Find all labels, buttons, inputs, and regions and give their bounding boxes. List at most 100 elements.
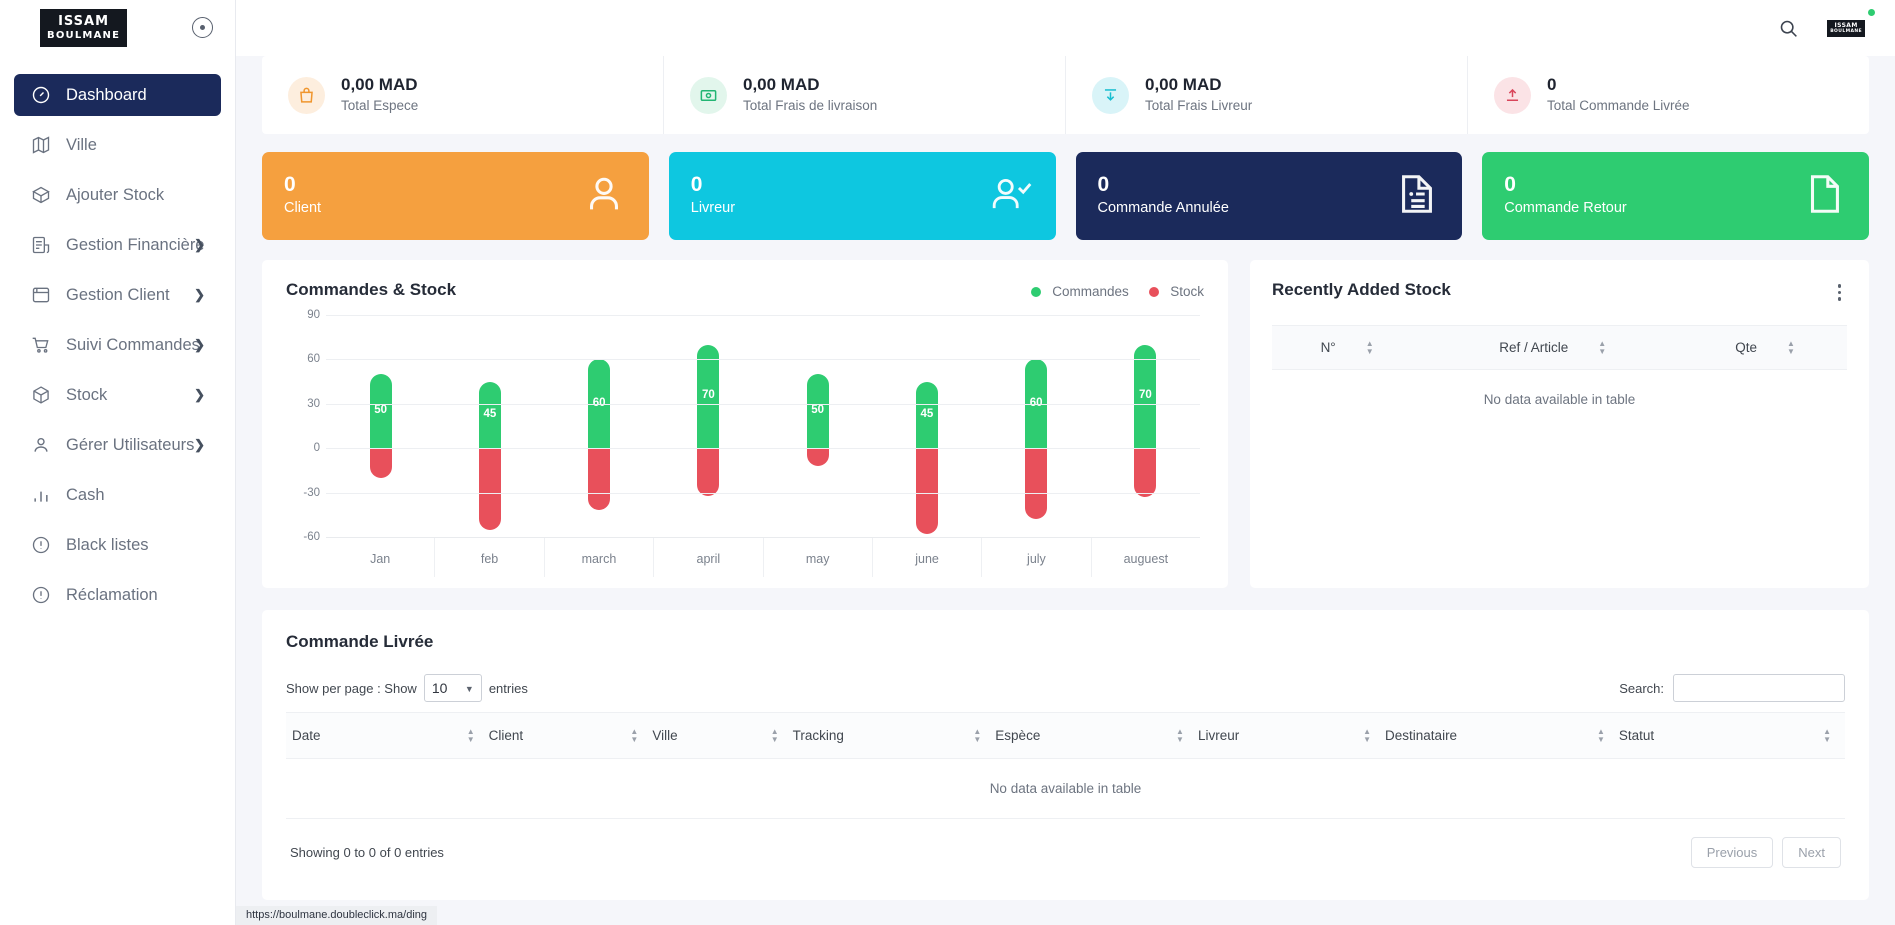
tiles-row: 0 Client 0 Livreur 0 Commande Annulée 0 … bbox=[262, 152, 1869, 240]
sidebar-item-ajouter-stock[interactable]: Ajouter Stock bbox=[14, 174, 221, 216]
bar-value-label: 70 bbox=[1138, 389, 1152, 402]
stat-card-total-commande-livree[interactable]: 0 Total Commande Livrée bbox=[1468, 56, 1869, 134]
column-header-espece[interactable]: Espèce ▲ ▼ bbox=[995, 712, 1198, 759]
column-label: Tracking bbox=[792, 728, 844, 743]
sidebar-collapse-toggle[interactable] bbox=[192, 17, 213, 38]
brand-line-1: ISSAM bbox=[58, 14, 110, 29]
bar-chart-icon bbox=[30, 484, 52, 506]
sidebar-item-dashboard[interactable]: Dashboard bbox=[14, 74, 221, 116]
stat-card-total-frais-livreur[interactable]: 0,00 MAD Total Frais Livreur bbox=[1066, 56, 1468, 134]
y-tick-label: -30 bbox=[303, 486, 320, 499]
column-label: Date bbox=[292, 728, 321, 743]
gridline bbox=[326, 359, 1200, 361]
sort-icon[interactable]: ▲ ▼ bbox=[973, 727, 981, 743]
sidebar-item-gestion-financiere[interactable]: Gestion Financière ❯ bbox=[14, 224, 221, 266]
invoice-icon bbox=[30, 234, 52, 256]
column-label: Ville bbox=[652, 728, 678, 743]
column-header-qte[interactable]: Qte ▲ ▼ bbox=[1683, 324, 1847, 370]
sidebar-item-gestion-client[interactable]: Gestion Client ❯ bbox=[14, 274, 221, 316]
bar-group[interactable]: 60 bbox=[982, 315, 1091, 537]
sidebar-item-cash[interactable]: Cash bbox=[14, 474, 221, 516]
sort-icon[interactable]: ▲ ▼ bbox=[1363, 727, 1371, 743]
legend-item-stock[interactable]: Stock bbox=[1148, 283, 1204, 301]
legend-label: Commandes bbox=[1052, 284, 1129, 299]
column-header-client[interactable]: Client ▲ ▼ bbox=[488, 712, 653, 759]
stat-label: Total Commande Livrée bbox=[1547, 98, 1690, 114]
sidebar-item-black-listes[interactable]: Black listes bbox=[14, 524, 221, 566]
sort-icon[interactable]: ▲ ▼ bbox=[1598, 339, 1606, 355]
table-footer: Showing 0 to 0 of 0 entries Previous Nex… bbox=[286, 818, 1845, 868]
sort-icon[interactable]: ▲ ▼ bbox=[1597, 727, 1605, 743]
next-button[interactable]: Next bbox=[1782, 837, 1841, 868]
page-size-select[interactable]: 10 ▼ bbox=[423, 674, 482, 702]
stat-card-total-frais-livraison[interactable]: 0,00 MAD Total Frais de livraison bbox=[664, 56, 1066, 134]
column-header-date[interactable]: Date ▲ ▼ bbox=[286, 712, 489, 759]
sort-icon[interactable]: ▲ ▼ bbox=[1823, 727, 1831, 743]
content: 0,00 MAD Total Espece 0,00 MAD Total Fra… bbox=[236, 56, 1895, 900]
sort-icon[interactable]: ▲ ▼ bbox=[1787, 339, 1795, 355]
bar-stock[interactable] bbox=[369, 448, 392, 478]
search-control: Search: bbox=[1619, 674, 1845, 702]
bar-group[interactable]: 45 bbox=[872, 315, 981, 537]
bar-stock[interactable] bbox=[915, 448, 938, 535]
sidebar-item-ville[interactable]: Ville bbox=[14, 124, 221, 166]
bar-stock[interactable] bbox=[1134, 448, 1157, 498]
sidebar-item-label: Black listes bbox=[66, 535, 149, 554]
sort-icon[interactable]: ▲ ▼ bbox=[1176, 727, 1184, 743]
sidebar-item-stock[interactable]: Stock ❯ bbox=[14, 374, 221, 416]
stat-card-total-espece[interactable]: 0,00 MAD Total Espece bbox=[262, 56, 664, 134]
bar-value-label: 60 bbox=[592, 396, 606, 409]
bar-group[interactable]: 50 bbox=[763, 315, 872, 537]
sidebar-item-gerer-utilisateurs[interactable]: Gérer Utilisateurs ❯ bbox=[14, 424, 221, 466]
tile-client[interactable]: 0 Client bbox=[262, 152, 649, 240]
column-header-livreur[interactable]: Livreur ▲ ▼ bbox=[1197, 712, 1386, 759]
bar-stock[interactable] bbox=[478, 448, 501, 530]
bar-stock[interactable] bbox=[1025, 448, 1048, 520]
tile-label: Livreur bbox=[690, 200, 736, 217]
sort-icon[interactable]: ▲ ▼ bbox=[771, 727, 779, 743]
bars-group: 50 45 60 70 50 45 60 70 bbox=[326, 315, 1200, 537]
sort-icon[interactable]: ▲ ▼ bbox=[630, 727, 638, 743]
column-label: Ref / Article bbox=[1499, 339, 1569, 355]
chevron-right-icon: ❯ bbox=[194, 437, 205, 452]
sidebar-item-reclamation[interactable]: Réclamation bbox=[14, 574, 221, 616]
tile-commande-annulee[interactable]: 0 Commande Annulée bbox=[1075, 152, 1463, 240]
x-tick-label: june bbox=[873, 538, 983, 577]
bar-stock[interactable] bbox=[697, 448, 720, 496]
previous-button[interactable]: Previous bbox=[1690, 837, 1774, 868]
bar-group[interactable]: 60 bbox=[545, 315, 654, 537]
chevron-right-icon: ❯ bbox=[194, 237, 205, 252]
topbar: ISSAM BOULMANE bbox=[236, 0, 1895, 56]
column-header-statut[interactable]: Statut ▲ ▼ bbox=[1618, 712, 1845, 759]
bar-group[interactable]: 45 bbox=[435, 315, 544, 537]
table-header-row: Date ▲ ▼ Client ▲ ▼ Ville ▲ ▼ Tracking ▲ ▼ Espèc… bbox=[286, 712, 1845, 759]
bar-group[interactable]: 50 bbox=[326, 315, 435, 537]
column-header-destinataire[interactable]: Destinataire ▲ ▼ bbox=[1385, 712, 1619, 759]
bar-stock[interactable] bbox=[806, 448, 829, 466]
bar-stock[interactable] bbox=[588, 448, 611, 511]
sort-icon[interactable]: ▲ ▼ bbox=[1366, 339, 1374, 355]
column-header-ref-article[interactable]: Ref / Article ▲ ▼ bbox=[1422, 324, 1684, 370]
brand-logo[interactable]: ISSAM BOULMANE bbox=[40, 9, 128, 47]
column-header-numero[interactable]: N° ▲ ▼ bbox=[1272, 324, 1423, 370]
search-input[interactable] bbox=[1673, 674, 1845, 702]
y-tick-label: 30 bbox=[307, 397, 320, 410]
download-icon bbox=[1092, 76, 1129, 114]
avatar[interactable]: ISSAM BOULMANE bbox=[1827, 19, 1865, 37]
alert-icon bbox=[30, 534, 52, 556]
sort-icon[interactable]: ▲ ▼ bbox=[467, 727, 475, 743]
legend-item-commandes[interactable]: Commandes bbox=[1030, 283, 1129, 301]
gridline bbox=[326, 448, 1200, 450]
person-check-icon bbox=[988, 171, 1034, 222]
bar-group[interactable]: 70 bbox=[1091, 315, 1200, 537]
chevron-right-icon: ❯ bbox=[194, 337, 205, 352]
search-icon[interactable] bbox=[1778, 18, 1799, 39]
tile-livreur[interactable]: 0 Livreur bbox=[668, 152, 1056, 240]
tile-value: 0 bbox=[1097, 173, 1110, 196]
column-header-ville[interactable]: Ville ▲ ▼ bbox=[652, 712, 793, 759]
tile-commande-retour[interactable]: 0 Commande Retour bbox=[1482, 152, 1869, 240]
bar-group[interactable]: 70 bbox=[654, 315, 763, 537]
sidebar-item-suivi-commandes[interactable]: Suivi Commandes ❯ bbox=[14, 324, 221, 366]
column-header-tracking[interactable]: Tracking ▲ ▼ bbox=[792, 712, 996, 759]
kebab-menu-icon[interactable] bbox=[1832, 280, 1848, 305]
